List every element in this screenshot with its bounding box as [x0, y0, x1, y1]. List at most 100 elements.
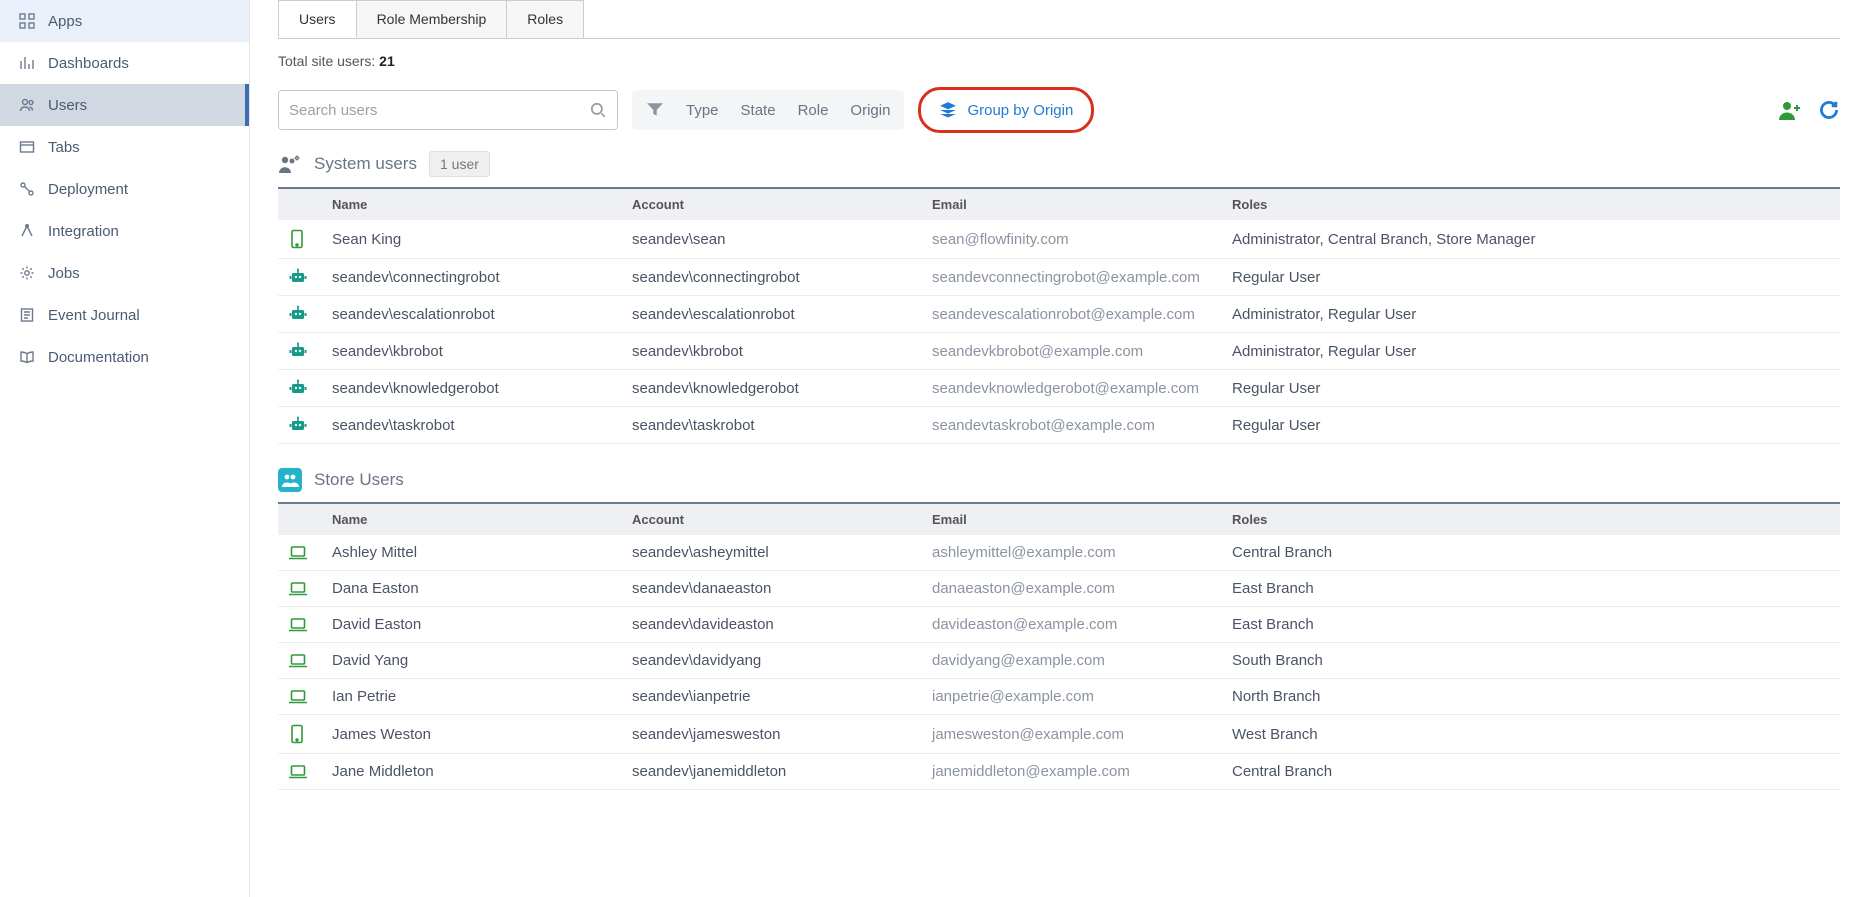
table-row[interactable]: Sean Kingseandev\seansean@flowfinity.com… — [278, 220, 1840, 259]
table-row[interactable]: Dana Eastonseandev\danaeastondanaeaston@… — [278, 571, 1840, 607]
cell-email: seandevkbrobot@example.com — [922, 333, 1222, 370]
cell-account: seandev\escalationrobot — [622, 296, 922, 333]
sidebar-item-label: Jobs — [48, 265, 80, 282]
toolbar: Type State Role Origin Group by Origin — [278, 87, 1840, 133]
sidebar-item-label: Documentation — [48, 349, 149, 366]
total-prefix: Total site users: — [278, 53, 379, 69]
filter-origin[interactable]: Origin — [850, 102, 890, 119]
search-input[interactable] — [289, 102, 589, 119]
cell-account: seandev\jamesweston — [622, 715, 922, 754]
col-email[interactable]: Email — [922, 188, 1222, 220]
cell-name: Ashley Mittel — [322, 535, 622, 571]
layers-icon — [939, 101, 957, 119]
filter-group: Type State Role Origin — [632, 90, 904, 130]
cell-account: seandev\kbrobot — [622, 333, 922, 370]
row-type-icon — [278, 296, 322, 333]
filter-role[interactable]: Role — [798, 102, 829, 119]
filter-state[interactable]: State — [741, 102, 776, 119]
sidebar-item-dashboards[interactable]: Dashboards — [0, 42, 249, 84]
sidebar-item-label: Deployment — [48, 181, 128, 198]
cell-name: seandev\taskrobot — [322, 407, 622, 444]
sidebar-item-deployment[interactable]: Deployment — [0, 168, 249, 210]
col-account[interactable]: Account — [622, 503, 922, 535]
col-roles[interactable]: Roles — [1222, 188, 1840, 220]
sidebar-item-label: Dashboards — [48, 55, 129, 72]
cell-email: ashleymittel@example.com — [922, 535, 1222, 571]
filter-type[interactable]: Type — [686, 102, 719, 119]
col-name[interactable]: Name — [322, 188, 622, 220]
table-row[interactable]: Jane Middletonseandev\janemiddletonjanem… — [278, 754, 1840, 790]
table-row[interactable]: seandev\connectingrobotseandev\connectin… — [278, 259, 1840, 296]
cell-name: David Yang — [322, 643, 622, 679]
tab-label: Users — [299, 11, 336, 27]
table-row[interactable]: seandev\escalationrobotseandev\escalatio… — [278, 296, 1840, 333]
group-by-origin-label: Group by Origin — [967, 102, 1073, 119]
cell-email: seandevconnectingrobot@example.com — [922, 259, 1222, 296]
tab-roles[interactable]: Roles — [506, 0, 584, 38]
col-account[interactable]: Account — [622, 188, 922, 220]
col-email[interactable]: Email — [922, 503, 1222, 535]
table-row[interactable]: seandev\taskrobotseandev\taskrobotseande… — [278, 407, 1840, 444]
search-box[interactable] — [278, 90, 618, 130]
cell-roles: Central Branch — [1222, 535, 1840, 571]
table-row[interactable]: Ian Petrieseandev\ianpetrieianpetrie@exa… — [278, 679, 1840, 715]
cell-account: seandev\ianpetrie — [622, 679, 922, 715]
table-row[interactable]: Ashley Mittelseandev\asheymittelashleymi… — [278, 535, 1840, 571]
cell-roles: North Branch — [1222, 679, 1840, 715]
main-content: Users Role Membership Roles Total site u… — [250, 0, 1868, 897]
tab-label: Roles — [527, 11, 563, 27]
group-users-icon — [278, 468, 302, 492]
tab-role-membership[interactable]: Role Membership — [356, 0, 508, 38]
cell-roles: Administrator, Regular User — [1222, 333, 1840, 370]
gear-icon — [18, 264, 36, 282]
cell-roles: Regular User — [1222, 259, 1840, 296]
row-type-icon — [278, 715, 322, 754]
sidebar-item-label: Apps — [48, 13, 82, 30]
sidebar-item-label: Tabs — [48, 139, 80, 156]
cell-roles: South Branch — [1222, 643, 1840, 679]
sidebar-item-documentation[interactable]: Documentation — [0, 336, 249, 378]
cell-roles: East Branch — [1222, 607, 1840, 643]
cell-account: seandev\knowledgerobot — [622, 370, 922, 407]
table-row[interactable]: seandev\knowledgerobotseandev\knowledger… — [278, 370, 1840, 407]
total-count: 21 — [379, 53, 395, 69]
table-row[interactable]: seandev\kbrobotseandev\kbrobotseandevkbr… — [278, 333, 1840, 370]
tab-users[interactable]: Users — [278, 0, 357, 38]
table-row[interactable]: David Yangseandev\davidyangdavidyang@exa… — [278, 643, 1840, 679]
cell-account: seandev\janemiddleton — [622, 754, 922, 790]
row-type-icon — [278, 370, 322, 407]
refresh-button[interactable] — [1818, 99, 1840, 121]
users-gear-icon — [278, 152, 302, 176]
cell-account: seandev\danaeaston — [622, 571, 922, 607]
filter-icon — [646, 101, 664, 119]
integration-icon — [18, 222, 36, 240]
sidebar-item-label: Integration — [48, 223, 119, 240]
col-name[interactable]: Name — [322, 503, 622, 535]
sidebar-item-users[interactable]: Users — [0, 84, 249, 126]
row-type-icon — [278, 754, 322, 790]
journal-icon — [18, 306, 36, 324]
group-title: System users — [314, 154, 417, 174]
table-row[interactable]: James Westonseandev\jameswestonjameswest… — [278, 715, 1840, 754]
sidebar-item-event-journal[interactable]: Event Journal — [0, 294, 249, 336]
sidebar-item-apps[interactable]: Apps — [0, 0, 249, 42]
sidebar-item-integration[interactable]: Integration — [0, 210, 249, 252]
col-roles[interactable]: Roles — [1222, 503, 1840, 535]
group-by-origin-button[interactable]: Group by Origin — [918, 87, 1094, 133]
table-header-row: Name Account Email Roles — [278, 188, 1840, 220]
cell-name: Dana Easton — [322, 571, 622, 607]
sidebar-item-label: Users — [48, 97, 87, 114]
row-type-icon — [278, 220, 322, 259]
chart-icon — [18, 54, 36, 72]
search-icon — [589, 101, 607, 119]
row-type-icon — [278, 259, 322, 296]
cell-name: seandev\escalationrobot — [322, 296, 622, 333]
cell-roles: Administrator, Central Branch, Store Man… — [1222, 220, 1840, 259]
cell-roles: East Branch — [1222, 571, 1840, 607]
add-user-button[interactable] — [1778, 99, 1802, 121]
sidebar-item-tabs[interactable]: Tabs — [0, 126, 249, 168]
sidebar-item-jobs[interactable]: Jobs — [0, 252, 249, 294]
action-icons — [1778, 99, 1840, 121]
table-row[interactable]: David Eastonseandev\davideastondavideast… — [278, 607, 1840, 643]
grid-icon — [18, 12, 36, 30]
